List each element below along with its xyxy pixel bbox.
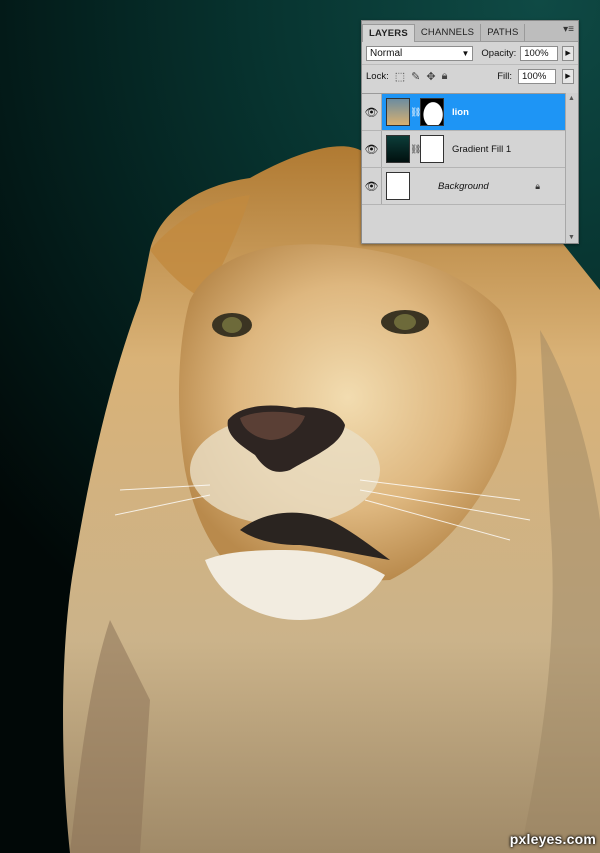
tab-channels[interactable]: CHANNELS — [415, 24, 482, 41]
lock-label: Lock: — [366, 70, 389, 82]
layer-name: Gradient Fill 1 — [452, 143, 512, 155]
chevron-down-icon: ▼ — [461, 48, 470, 58]
layer-row-gradient-fill[interactable]: 👁︎ ⛓︎ Gradient Fill 1 — [362, 131, 566, 168]
layer-thumbnail — [386, 98, 410, 126]
fill-slider-button[interactable]: ▶ — [562, 68, 574, 84]
lock-row: Lock: ⬚ ✎ ✥ 🔒︎ Fill: 100% ▶ — [362, 64, 578, 87]
layer-name: lion — [452, 106, 469, 118]
blend-mode-select[interactable]: Normal ▼ — [366, 45, 474, 61]
eye-icon[interactable]: 👁︎ — [362, 131, 382, 167]
layer-list-scrollbar[interactable]: ▲ ▼ — [565, 93, 578, 243]
layer-mask-thumbnail — [420, 135, 444, 163]
watermark: pxleyes.com — [509, 831, 596, 847]
eye-icon[interactable]: 👁︎ — [362, 94, 382, 130]
layer-thumbnail — [386, 172, 410, 200]
lock-position-icon[interactable]: ✥ — [426, 70, 435, 83]
eye-icon[interactable]: 👁︎ — [362, 168, 382, 204]
link-icon: ⛓︎ — [410, 106, 422, 117]
lock-icon: 🔒︎ — [535, 180, 540, 191]
layer-name: Background — [438, 180, 489, 192]
opacity-field[interactable]: 100% — [520, 45, 559, 61]
opacity-label: Opacity: — [481, 47, 517, 59]
blend-mode-value: Normal — [370, 47, 403, 59]
scroll-down-icon[interactable]: ▼ — [568, 234, 575, 241]
panel-tabs: LAYERS CHANNELS PATHS ▾≡ — [362, 21, 578, 42]
link-icon: ⛓︎ — [410, 143, 422, 154]
lock-all-icon[interactable]: 🔒︎ — [442, 70, 448, 83]
tab-paths[interactable]: PATHS — [481, 24, 526, 41]
layer-row-lion[interactable]: 👁︎ ⛓︎ lion — [362, 94, 566, 131]
blend-row: Normal ▼ Opacity: 100% ▶ — [362, 42, 578, 64]
fill-field[interactable]: 100% — [518, 68, 556, 84]
layer-mask-thumbnail — [420, 98, 444, 126]
layer-list: 👁︎ ⛓︎ lion 👁︎ ⛓︎ Gradient Fill 1 👁︎ Back… — [362, 93, 578, 243]
panel-menu-icon[interactable]: ▾≡ — [563, 24, 574, 35]
layers-panel: LAYERS CHANNELS PATHS ▾≡ Normal ▼ Opacit… — [361, 20, 579, 244]
layer-row-background[interactable]: 👁︎ Background 🔒︎ — [362, 168, 566, 205]
lock-pixels-icon[interactable]: ✎ — [411, 70, 420, 83]
opacity-slider-button[interactable]: ▶ — [562, 45, 574, 61]
layer-thumbnail — [386, 135, 410, 163]
tab-layers[interactable]: LAYERS — [362, 24, 415, 42]
fill-label: Fill: — [497, 70, 512, 82]
scroll-up-icon[interactable]: ▲ — [568, 95, 575, 102]
lock-transparency-icon[interactable]: ⬚ — [395, 70, 405, 83]
